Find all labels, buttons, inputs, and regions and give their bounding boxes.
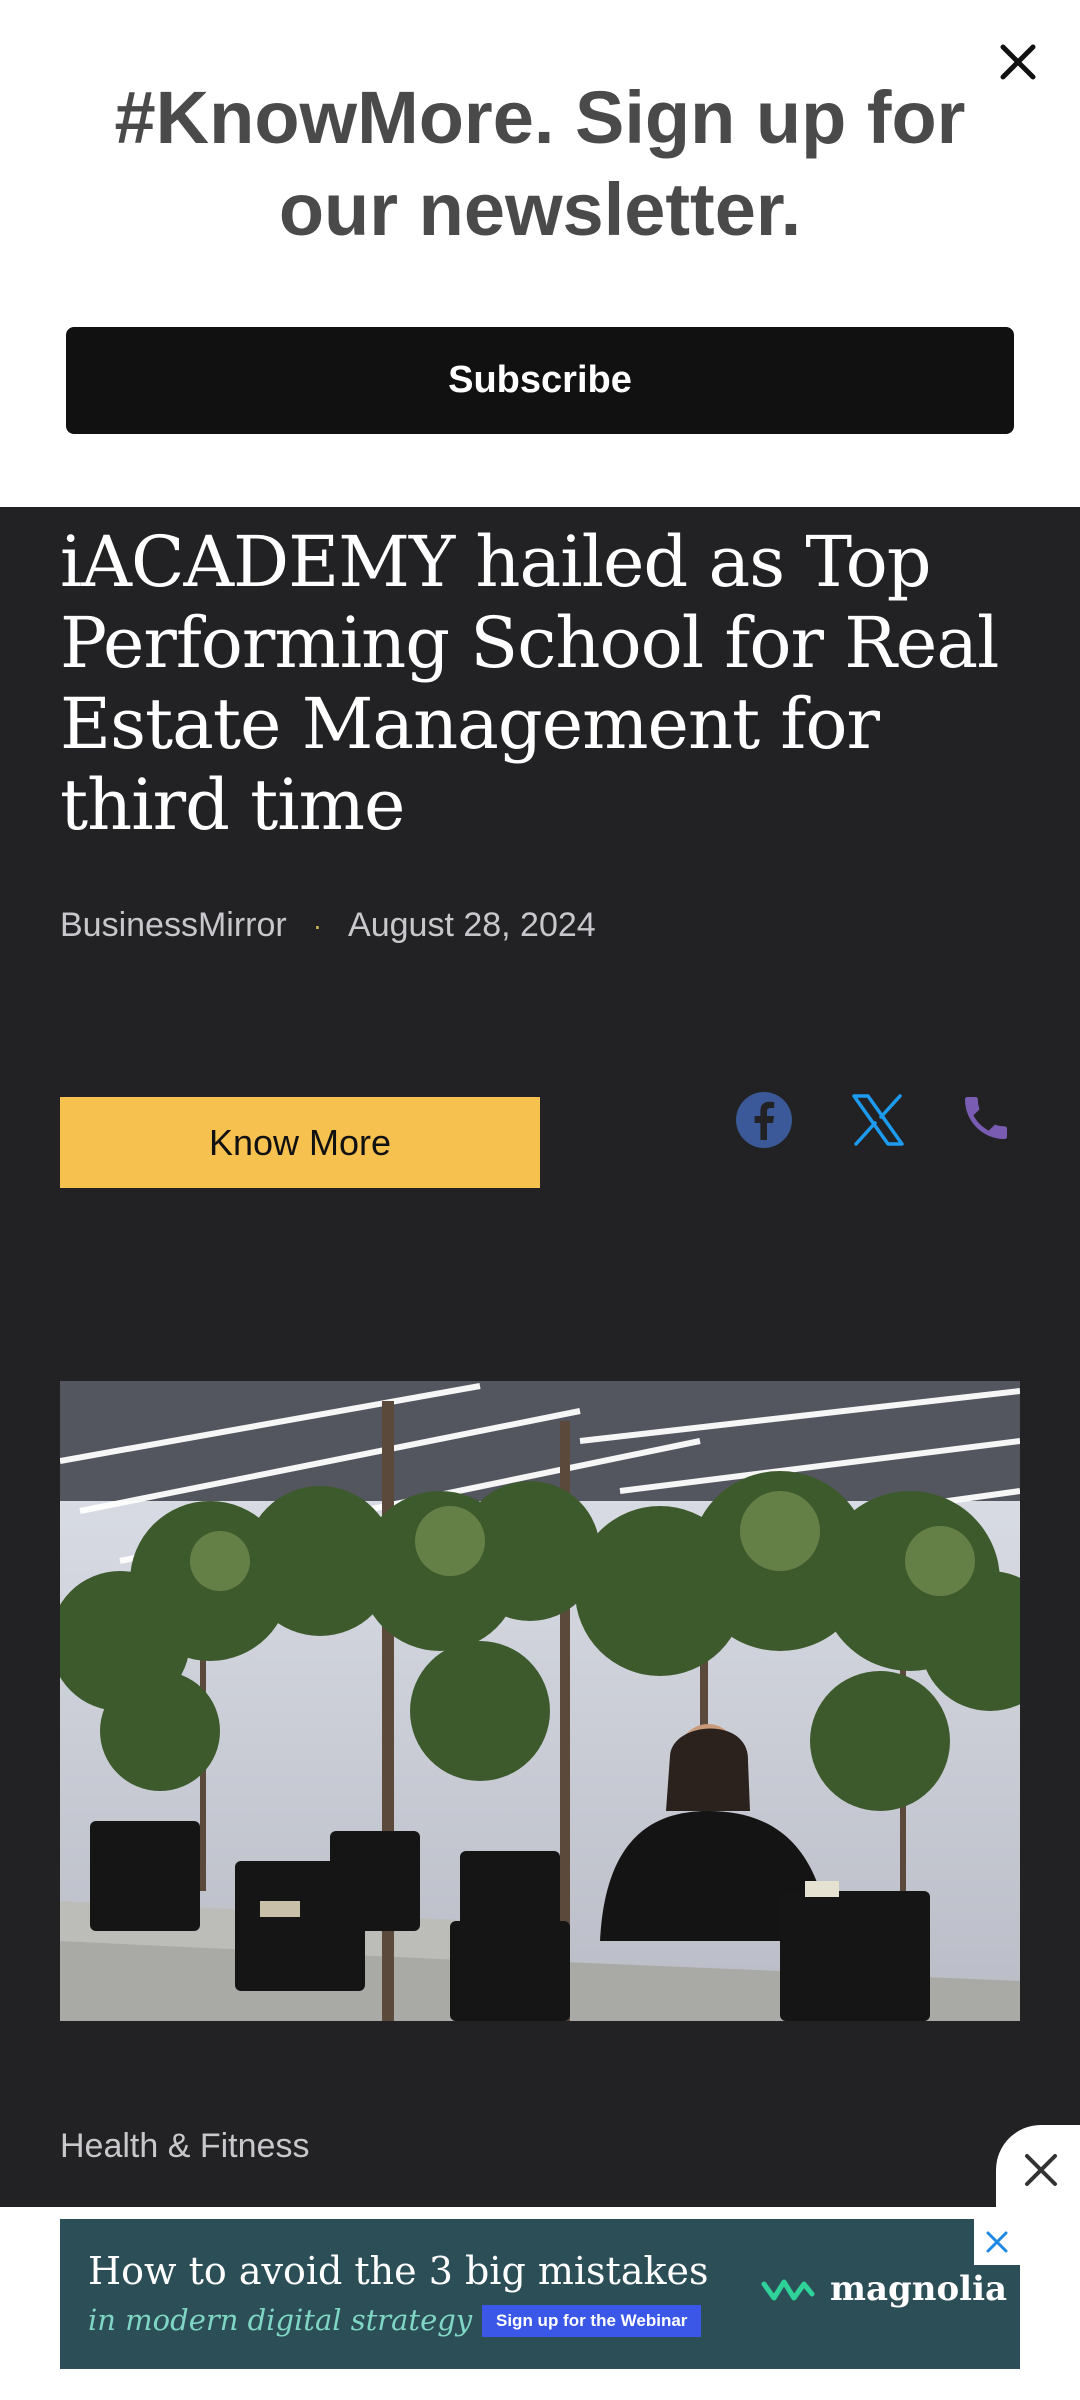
meta-separator: ·	[312, 909, 323, 941]
newsletter-title: #KnowMore. Sign up for our newsletter.	[114, 76, 966, 251]
phone-icon	[965, 1097, 1007, 1139]
article-category[interactable]: Health & Fitness	[60, 2127, 309, 2166]
share-x-button[interactable]	[848, 1090, 908, 1150]
x-icon	[852, 1094, 904, 1146]
facebook-icon	[736, 1092, 792, 1148]
close-icon	[986, 2231, 1008, 2253]
ad-brand-name: magnolia	[830, 2269, 1008, 2309]
share-facebook-button[interactable]	[734, 1090, 794, 1150]
article-source[interactable]: BusinessMirror	[60, 906, 287, 945]
ad-banner-container: How to avoid the 3 big mistakes in moder…	[0, 2207, 1080, 2400]
article-date: August 28, 2024	[348, 906, 596, 944]
ad-subline: in modern digital strategy	[88, 2303, 473, 2337]
ad-dismiss-button[interactable]	[996, 2125, 1080, 2215]
share-phone-button[interactable]	[958, 1090, 1018, 1150]
subscribe-button[interactable]: Subscribe	[66, 327, 1014, 434]
ad-brand-logo: magnolia	[760, 2269, 1007, 2309]
article-title: iACADEMY hailed as Top Performing School…	[60, 521, 999, 846]
close-icon	[1025, 2154, 1057, 2186]
article-meta: BusinessMirror · August 28, 2024	[60, 906, 596, 945]
ad-cta-button[interactable]: Sign up for the Webinar	[482, 2305, 702, 2337]
magnolia-logo-icon	[761, 2279, 815, 2301]
article-image	[60, 1381, 1020, 2021]
ad-banner[interactable]: How to avoid the 3 big mistakes in moder…	[60, 2219, 1020, 2369]
newsletter-banner: #KnowMore. Sign up for our newsletter. S…	[0, 0, 1080, 507]
ad-close-button[interactable]	[974, 2219, 1020, 2265]
ad-headline: How to avoid the 3 big mistakes	[88, 2249, 709, 2293]
know-more-button[interactable]: Know More	[60, 1097, 540, 1188]
